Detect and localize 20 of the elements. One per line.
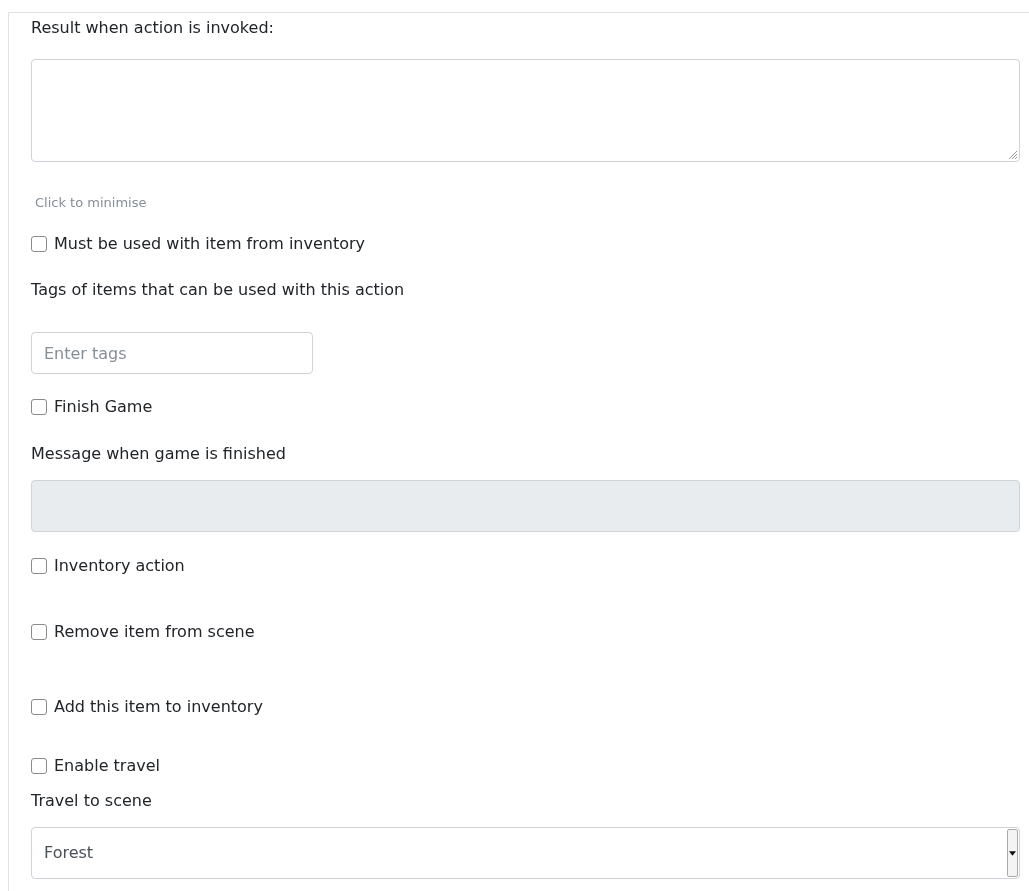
- checkbox[interactable]: [31, 236, 47, 252]
- checkbox[interactable]: [31, 624, 47, 640]
- scene-select[interactable]: Forest: [31, 827, 1020, 879]
- field-label: Travel to scene: [31, 790, 152, 812]
- checkbox[interactable]: [31, 399, 47, 415]
- caret-icon: [1009, 850, 1016, 856]
- field-label: Message when game is finished: [31, 443, 286, 465]
- field-label: Result when action is invoked:: [31, 17, 274, 39]
- field-label: Tags of items that can be used with this action: [31, 279, 405, 301]
- resize-grip-icon[interactable]: [1007, 149, 1017, 159]
- checkbox-label: Finish Game: [54, 396, 153, 418]
- checkbox-label: Inventory action: [54, 555, 185, 577]
- checkbox[interactable]: [31, 558, 47, 574]
- checkbox[interactable]: [31, 699, 47, 715]
- checkbox-label: Must be used with item from inventory: [54, 233, 366, 255]
- checkbox-label: Remove item from scene: [54, 621, 255, 643]
- checkbox[interactable]: [31, 758, 47, 774]
- checkbox-label: Enable travel: [54, 755, 160, 777]
- checkbox-label: Add this item to inventory: [54, 696, 263, 718]
- tags-field[interactable]: Enter tags: [31, 332, 313, 374]
